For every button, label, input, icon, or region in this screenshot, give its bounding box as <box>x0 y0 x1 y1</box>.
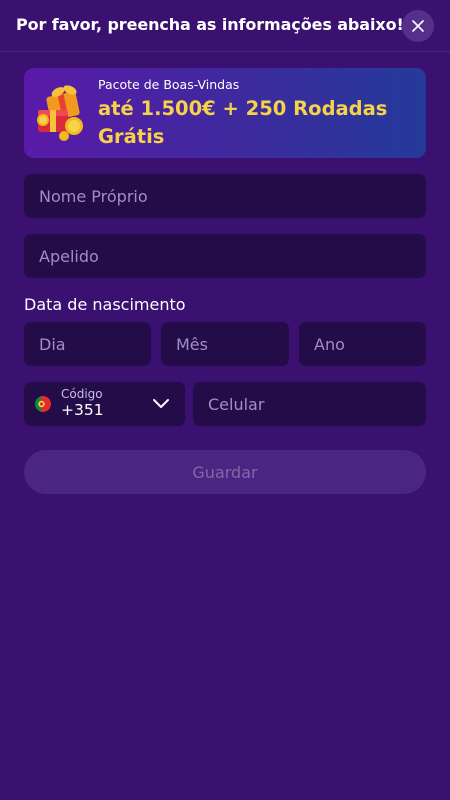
chevron-down-icon <box>153 399 169 408</box>
close-icon <box>412 20 424 32</box>
header: Por favor, preencha as informações abaix… <box>0 0 450 52</box>
country-code-label: Código <box>61 387 103 401</box>
birth-date-label: Data de nascimento <box>24 295 186 314</box>
birth-day-input[interactable] <box>24 322 151 366</box>
welcome-banner: Pacote de Boas-Vindas até 1.500€ + 250 R… <box>24 68 426 158</box>
banner-subtitle: Pacote de Boas-Vindas <box>98 77 240 92</box>
close-button[interactable] <box>402 10 434 42</box>
first-name-input[interactable] <box>24 174 426 218</box>
page-title: Por favor, preencha as informações abaix… <box>16 15 404 34</box>
gift-box-icon <box>37 85 83 141</box>
country-code-select[interactable]: Código +351 <box>24 382 185 426</box>
country-code-value: +351 <box>61 401 104 419</box>
banner-offer: até 1.500€ + 250 Rodadas Grátis <box>98 97 388 148</box>
birth-year-input[interactable] <box>299 322 426 366</box>
last-name-input[interactable] <box>24 234 426 278</box>
portugal-flag-icon <box>35 396 51 412</box>
phone-input[interactable] <box>193 382 426 426</box>
save-button[interactable]: Guardar <box>24 450 426 494</box>
birth-month-input[interactable] <box>161 322 289 366</box>
